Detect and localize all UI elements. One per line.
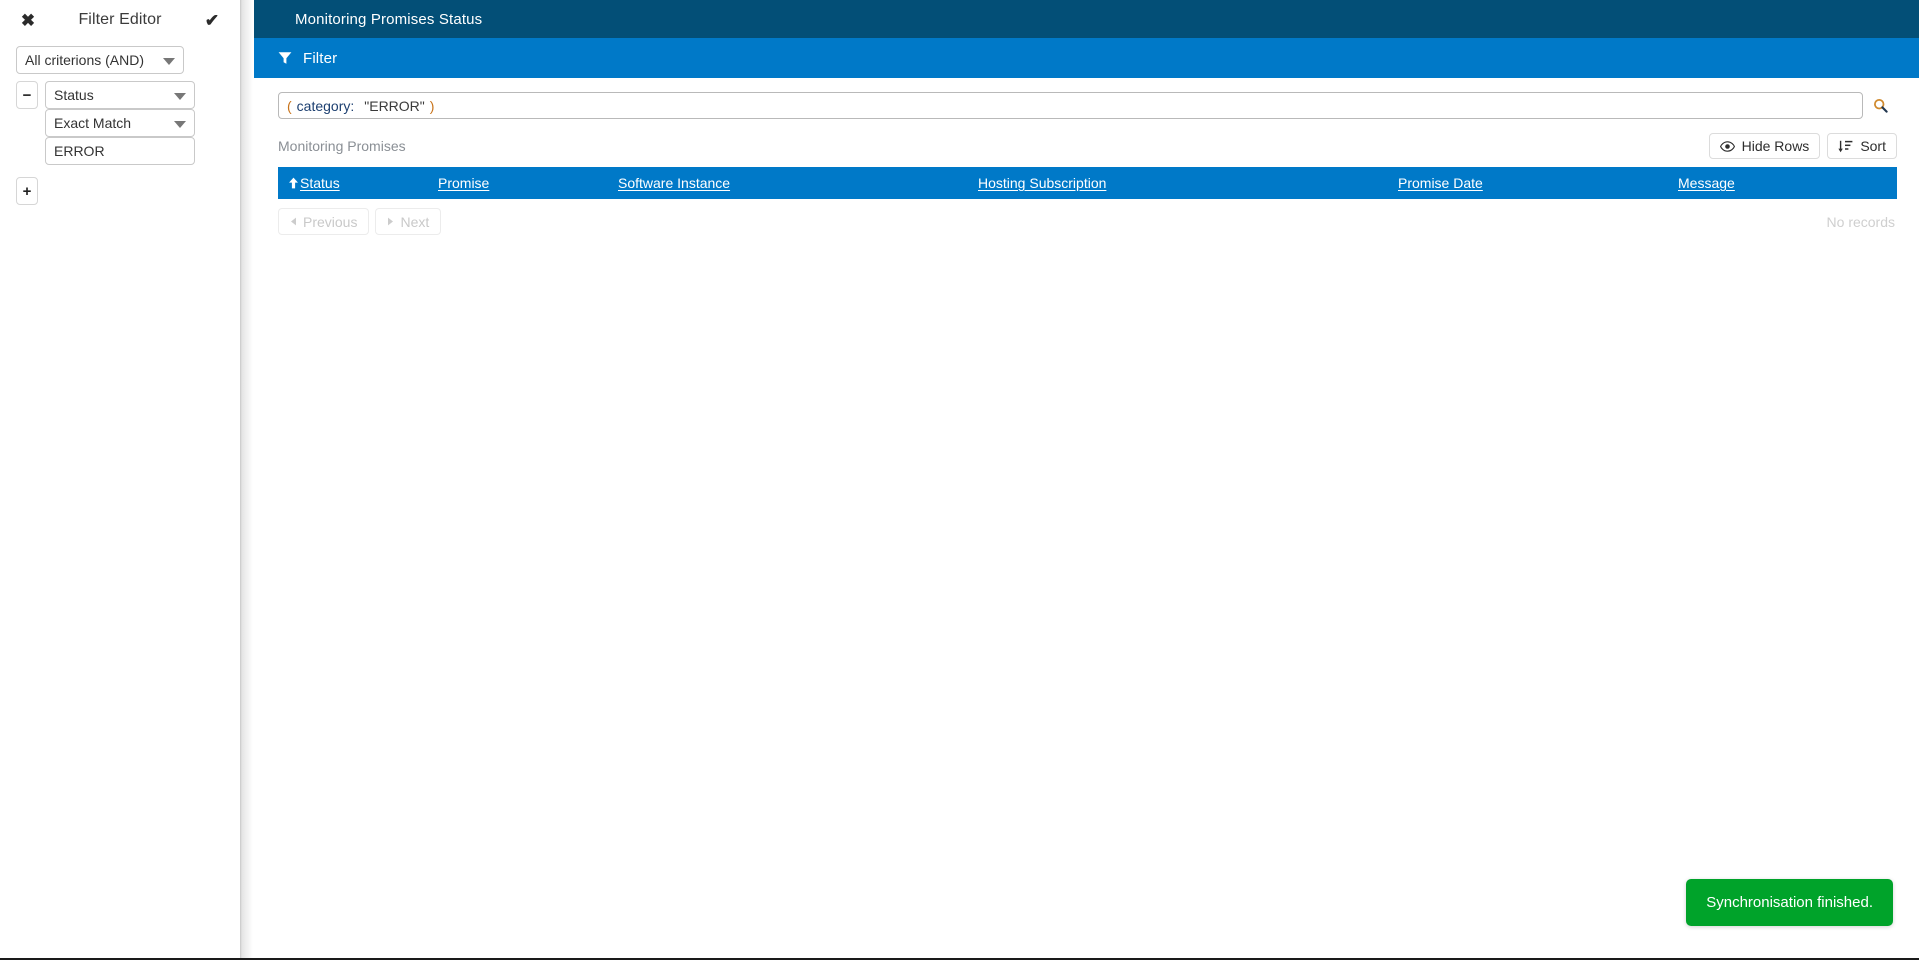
funnel-icon <box>278 51 292 65</box>
previous-page-label: Previous <box>303 213 358 230</box>
previous-page-button[interactable]: Previous <box>278 208 370 235</box>
criterion-field-value: Status <box>54 87 94 103</box>
column-header-promise-label: Promise <box>438 175 490 191</box>
search-input[interactable]: (category: "ERROR") <box>278 92 1863 119</box>
column-header-promise[interactable]: Promise <box>428 175 608 191</box>
toast-message: Synchronisation finished. <box>1706 894 1873 911</box>
column-header-status-label: Status <box>300 175 340 191</box>
filter-bar-label: Filter <box>303 49 338 67</box>
criterion-field-select[interactable]: Status <box>45 81 195 109</box>
next-page-button[interactable]: Next <box>375 208 442 235</box>
column-header-message-label: Message <box>1678 175 1735 191</box>
sort-descending-icon <box>1838 140 1853 153</box>
filter-editor-body: All criterions (AND) − Status Exact Matc… <box>0 46 240 205</box>
sort-ascending-icon <box>288 177 299 189</box>
add-criterion-button[interactable]: + <box>16 177 38 205</box>
criterion-value-input[interactable] <box>45 137 195 165</box>
criterion-operator-value: Exact Match <box>54 115 132 131</box>
filter-editor-title: Filter Editor <box>78 11 162 28</box>
app-header: Monitoring Promises Status <box>254 0 1919 38</box>
main-panel: Monitoring Promises Status Filter (categ… <box>254 0 1919 958</box>
toast-notification[interactable]: Synchronisation finished. <box>1686 879 1893 926</box>
triangle-right-icon <box>387 217 394 226</box>
next-page-label: Next <box>400 213 430 230</box>
chevron-down-icon <box>174 121 186 128</box>
sidebar-edge-shadow <box>240 0 254 958</box>
column-header-software-instance-label: Software Instance <box>618 175 731 191</box>
filter-editor-panel: ✖ Filter Editor ✔ All criterions (AND) −… <box>0 0 240 958</box>
criteria-combinator-value: All criterions (AND) <box>25 52 145 68</box>
query-token-close-paren: ) <box>429 97 435 114</box>
chevron-down-icon <box>163 58 175 65</box>
eye-icon <box>1719 140 1735 152</box>
hide-rows-label: Hide Rows <box>1741 138 1810 154</box>
page-title: Monitoring Promises Status <box>295 10 483 28</box>
filter-bar[interactable]: Filter <box>254 38 1919 78</box>
criterion-operator-select[interactable]: Exact Match <box>45 109 195 137</box>
query-token-open-paren: ( <box>287 97 292 114</box>
grid-toolbar: Monitoring Promises Hide Rows Sort <box>254 119 1919 159</box>
chevron-down-icon <box>174 93 186 100</box>
query-token-value: "ERROR" <box>364 97 425 114</box>
column-header-promise-date-label: Promise Date <box>1398 175 1483 191</box>
criteria-combinator-select[interactable]: All criterions (AND) <box>16 46 184 74</box>
no-records-text: No records <box>1826 213 1895 230</box>
grid-caption: Monitoring Promises <box>278 138 406 154</box>
search-area: (category: "ERROR") <box>254 78 1919 119</box>
close-icon[interactable]: ✖ <box>18 10 38 30</box>
app-root: ✖ Filter Editor ✔ All criterions (AND) −… <box>0 0 1919 966</box>
query-token-key: category: <box>296 97 355 114</box>
column-header-message[interactable]: Message <box>1668 175 1868 191</box>
monitoring-promises-grid: Status Promise Software Instance Hosting… <box>278 167 1897 235</box>
page-bottom-rule <box>0 958 1919 960</box>
remove-criterion-button[interactable]: − <box>16 81 38 109</box>
criterion-fields: Status Exact Match <box>45 81 195 165</box>
filter-editor-header: ✖ Filter Editor ✔ <box>0 0 240 40</box>
grid-footer: Previous Next No records <box>278 199 1897 235</box>
search-icon[interactable] <box>1863 92 1897 119</box>
grid-header-row: Status Promise Software Instance Hosting… <box>278 167 1897 199</box>
column-header-hosting-subscription[interactable]: Hosting Subscription <box>968 175 1388 191</box>
column-header-software-instance[interactable]: Software Instance <box>608 175 968 191</box>
hide-rows-button[interactable]: Hide Rows <box>1708 133 1821 159</box>
column-header-status[interactable]: Status <box>278 175 428 191</box>
criterion-row: − Status Exact Match <box>16 81 224 165</box>
column-header-hosting-subscription-label: Hosting Subscription <box>978 175 1107 191</box>
check-icon[interactable]: ✔ <box>202 10 222 30</box>
triangle-left-icon <box>290 217 297 226</box>
column-header-promise-date[interactable]: Promise Date <box>1388 175 1668 191</box>
sort-label: Sort <box>1860 138 1886 154</box>
sort-button[interactable]: Sort <box>1827 133 1897 159</box>
